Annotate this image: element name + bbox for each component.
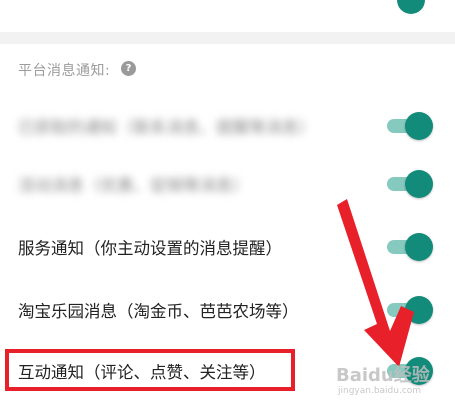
annotation-arrow <box>337 199 414 367</box>
watermark-url: jingyan.baidu.com <box>338 386 422 396</box>
watermark: Baidu经验 <box>336 365 430 386</box>
arrow-icon <box>337 199 414 367</box>
